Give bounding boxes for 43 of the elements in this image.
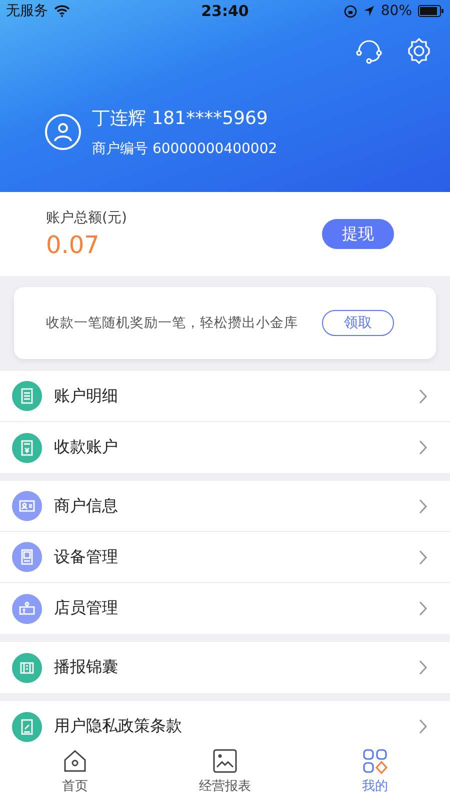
battery-percent: 80%: [380, 3, 412, 19]
wifi-icon: [54, 5, 70, 17]
menu-item[interactable]: 商户信息: [0, 481, 450, 532]
menu-item[interactable]: 店员管理: [0, 583, 450, 634]
merchant-number: 商户编号 60000000400002: [92, 140, 278, 158]
menu-label: 用户隐私政策条款: [54, 716, 182, 737]
menu-label: 商户信息: [54, 496, 118, 516]
menu-item[interactable]: 用户隐私政策条款: [0, 701, 450, 742]
menu-item[interactable]: 收款账户: [0, 422, 450, 473]
menu-label: 账户明细: [54, 386, 118, 406]
chevron-right-icon: [419, 550, 428, 564]
claim-button[interactable]: 领取: [322, 310, 394, 336]
promo-text: 收款一笔随机奖励一笔，轻松攒出小金库: [46, 314, 298, 332]
balance-amount: 0.07: [46, 231, 100, 259]
menu-item[interactable]: 账户明细: [0, 371, 450, 422]
chevron-right-icon: [419, 660, 428, 675]
chevron-right-icon: [419, 440, 428, 455]
tab-item[interactable]: 我的: [300, 742, 450, 800]
menu-label: 收款账户: [54, 437, 118, 458]
menu-item[interactable]: 设备管理: [0, 532, 450, 583]
avatar-icon[interactable]: [44, 113, 82, 151]
menu-label: 店员管理: [54, 598, 118, 619]
chevron-right-icon: [419, 719, 428, 734]
battery-icon: [418, 5, 444, 17]
menu-label: 设备管理: [54, 546, 118, 568]
chevron-right-icon: [419, 388, 428, 404]
image-icon: [212, 748, 238, 774]
clock-text: 23:40: [201, 2, 249, 20]
home-icon: [62, 748, 88, 774]
menu-item[interactable]: 播报锦囊: [0, 642, 450, 693]
user-name: 丁连辉 181****5969: [92, 107, 269, 130]
grid-icon: [362, 748, 388, 774]
withdraw-button[interactable]: 提现: [322, 219, 394, 249]
carrier-text: 无服务: [6, 2, 48, 20]
balance-label: 账户总额(元): [46, 209, 127, 227]
chevron-right-icon: [419, 498, 428, 514]
chevron-right-icon: [419, 601, 428, 616]
menu-label: 播报锦囊: [54, 657, 118, 678]
location-icon: [362, 5, 375, 17]
tab-item[interactable]: 经营报表: [150, 742, 300, 800]
tab-item[interactable]: 首页: [0, 742, 150, 800]
clerk-icon: [18, 600, 36, 618]
rotation-lock-icon: [344, 4, 357, 18]
